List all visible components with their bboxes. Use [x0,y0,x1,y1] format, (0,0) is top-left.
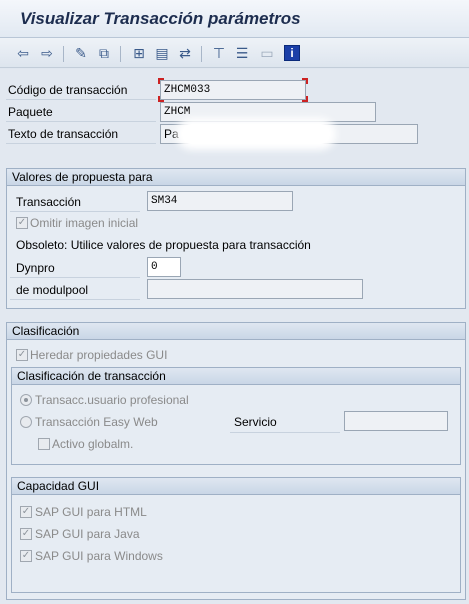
modulpool-label: de modulpool [16,283,89,297]
gui-capability-group: Capacidad GUI ✓ SAP GUI para HTML ✓ SAP … [11,477,461,593]
toolbar-separator [120,46,121,62]
back-arrow-icon[interactable]: ⇦ [14,44,32,62]
where-used-icon[interactable]: ▤ [153,44,171,62]
package-label: Paquete [8,105,53,119]
application-toolbar: ⇦ ⇨ ✎ ⧉ ⊞ ▤ ⇄ ⊤ ☰ ▭ i [0,38,469,68]
gui-html-checkbox[interactable]: ✓ [20,506,32,518]
transaction-code-field[interactable]: ZHCM033 [160,80,306,100]
professional-user-radio[interactable] [20,394,32,406]
group-header: Valores de propuesta para [7,169,465,186]
transaction-code-label: Código de transacción [8,83,128,97]
tree-icon[interactable]: ⊞ [130,44,148,62]
group-title: Clasificación de transacción [17,369,166,383]
gui-windows-label: SAP GUI para Windows [35,549,163,563]
row-divider [10,277,140,278]
toolbar-separator [201,46,202,62]
group-title: Capacidad GUI [17,479,100,493]
professional-user-label: Transacc.usuario profesional [35,393,189,407]
group-title: Valores de propuesta para [12,170,153,184]
active-global-label: Activo globalm. [52,437,134,451]
skip-initial-screen-checkbox[interactable]: ✓ [16,217,28,229]
group-header: Clasificación de transacción [12,368,460,385]
group-header: Clasificación [7,323,465,340]
obsolete-notice: Obsoleto: Utilice valores de propuesta p… [16,238,311,252]
transaction-text-label: Texto de transacción [8,127,119,141]
row-divider [10,299,140,300]
toolbar-separator [63,46,64,62]
row-divider [6,143,156,144]
transaction-label: Transacción [16,195,81,209]
gui-html-label: SAP GUI para HTML [35,505,147,519]
group-title: Clasificación [12,324,80,338]
layout-icon[interactable]: ☰ [233,44,251,62]
info-icon[interactable]: i [284,45,300,61]
transaction-classification-group: Clasificación de transacción Transacc.us… [11,367,461,465]
active-global-checkbox[interactable] [38,438,50,450]
display-list-icon[interactable]: ▭ [258,44,276,62]
hierarchy-icon[interactable]: ⊤ [210,44,228,62]
row-divider [6,121,156,122]
row-divider [6,99,156,100]
service-field[interactable] [344,411,448,431]
group-header: Capacidad GUI [12,478,460,495]
window-title: Visualizar Transacción parámetros [20,9,301,28]
gui-java-checkbox[interactable]: ✓ [20,528,32,540]
gui-java-label: SAP GUI para Java [35,527,140,541]
inherit-gui-checkbox[interactable]: ✓ [16,349,28,361]
dynpro-field[interactable]: 0 [147,257,181,277]
transport-icon[interactable]: ⇄ [176,44,194,62]
main-content: Código de transacción ZHCM033 Paquete ZH… [0,69,469,604]
other-object-icon[interactable]: ⧉ [95,44,113,62]
classification-group: Clasificación ✓ Heredar propiedades GUI … [6,322,466,600]
skip-initial-screen-label: Omitir imagen inicial [30,216,139,230]
easy-web-radio[interactable] [20,416,32,428]
service-label: Servicio [234,415,277,429]
redaction-mask [182,124,330,144]
row-divider [10,211,140,212]
focus-corner-marker [158,78,164,84]
default-values-group: Valores de propuesta para Transacción SM… [6,168,466,309]
modulpool-field[interactable] [147,279,363,299]
easy-web-label: Transacción Easy Web [35,415,158,429]
focus-corner-marker [302,78,308,84]
row-divider [230,432,340,433]
default-transaction-field[interactable]: SM34 [147,191,293,211]
title-bar: Visualizar Transacción parámetros [0,0,469,38]
forward-arrow-icon[interactable]: ⇨ [38,44,56,62]
package-field[interactable]: ZHCM [160,102,376,122]
edit-pencil-icon[interactable]: ✎ [72,44,90,62]
inherit-gui-label: Heredar propiedades GUI [30,348,168,362]
gui-windows-checkbox[interactable]: ✓ [20,550,32,562]
dynpro-label: Dynpro [16,261,55,275]
